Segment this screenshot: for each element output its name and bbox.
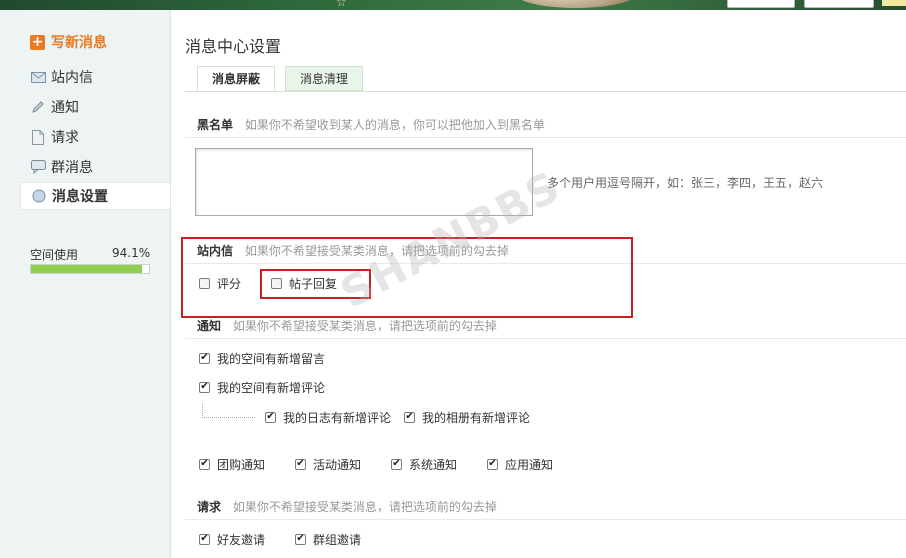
top-button-1[interactable] bbox=[727, 0, 795, 8]
request-title: 请求 bbox=[197, 500, 222, 514]
document-icon bbox=[30, 129, 46, 145]
tree-connector bbox=[202, 403, 255, 418]
checkbox-group-invite[interactable]: ✔ 群组邀请 bbox=[295, 530, 361, 548]
main-content: 消息中心设置 消息屏蔽 消息清理 黑名单 如果你不希望收到某人的消息，你可以把他… bbox=[171, 10, 906, 558]
checkbox-space-comment[interactable]: ✔ 我的空间有新增评论 bbox=[199, 378, 325, 396]
checkbox-label: 系统通知 bbox=[409, 457, 458, 472]
blacklist-header: 黑名单 如果你不希望收到某人的消息，你可以把他加入到黑名单 bbox=[197, 116, 906, 134]
blacklist-title: 黑名单 bbox=[197, 118, 234, 132]
request-header: 请求 如果你不希望接受某类消息，请把选项前的勾去掉 bbox=[197, 498, 906, 516]
checkbox-box[interactable]: ✔ bbox=[199, 352, 210, 364]
checkbox-label: 我的日志有新增评论 bbox=[283, 410, 392, 425]
top-button-2[interactable] bbox=[804, 0, 874, 8]
checkbox-groupbuy[interactable]: ✔ 团购通知 bbox=[199, 455, 265, 473]
checkbox-label: 我的空间有新增评论 bbox=[217, 380, 326, 395]
sidebar-item-settings[interactable]: 消息设置 bbox=[20, 182, 170, 210]
notice-desc: 如果你不希望接受某类消息，请把选项前的勾去掉 bbox=[232, 319, 497, 333]
divider bbox=[185, 137, 906, 138]
checkbox-friend-invite[interactable]: ✔ 好友邀请 bbox=[199, 530, 265, 548]
sidebar-item-notice[interactable]: 通知 bbox=[30, 96, 79, 118]
highlight-box bbox=[181, 237, 633, 318]
divider bbox=[185, 519, 906, 520]
checkbox-box[interactable]: ✔ bbox=[265, 411, 276, 423]
checkbox-box[interactable]: ✔ bbox=[487, 458, 498, 470]
tab-cleanup[interactable]: 消息清理 bbox=[285, 66, 364, 91]
sidebar-item-pm[interactable]: 站内信 bbox=[30, 66, 93, 88]
page-title: 消息中心设置 bbox=[185, 37, 282, 56]
circle-icon bbox=[31, 188, 47, 204]
plus-icon: + bbox=[30, 33, 45, 50]
checkbox-album-comment[interactable]: ✔ 我的相册有新增评论 bbox=[404, 408, 530, 426]
star-icon: ☆ bbox=[336, 0, 347, 9]
checkbox-label: 好友邀请 bbox=[217, 532, 266, 547]
checkbox-box[interactable]: ✔ bbox=[295, 533, 306, 545]
space-usage-label: 空间使用 bbox=[30, 248, 79, 262]
sidebar-item-request[interactable]: 请求 bbox=[30, 126, 79, 148]
checkbox-label: 我的相册有新增评论 bbox=[422, 410, 531, 425]
blacklist-input[interactable] bbox=[195, 148, 533, 216]
top-banner: ☆ bbox=[0, 0, 906, 10]
checkbox-space-message[interactable]: ✔ 我的空间有新增留言 bbox=[199, 349, 325, 367]
tab-block[interactable]: 消息屏蔽 bbox=[197, 66, 276, 91]
checkbox-box[interactable]: ✔ bbox=[404, 411, 415, 423]
checkbox-box[interactable]: ✔ bbox=[295, 458, 306, 470]
checkbox-blog-comment[interactable]: ✔ 我的日志有新增评论 bbox=[265, 408, 391, 426]
checkbox-label: 活动通知 bbox=[313, 457, 362, 472]
checkbox-box[interactable]: ✔ bbox=[199, 381, 210, 393]
banner-image bbox=[516, 0, 636, 8]
highlight-box bbox=[260, 269, 371, 299]
checkbox-box[interactable]: ✔ bbox=[391, 458, 402, 470]
sidebar-item-label: 群消息 bbox=[51, 160, 93, 176]
checkbox-activity[interactable]: ✔ 活动通知 bbox=[295, 455, 361, 473]
write-message-button[interactable]: + 写新消息 bbox=[30, 32, 107, 52]
sidebar-item-group[interactable]: 群消息 bbox=[30, 156, 93, 178]
checkbox-label: 应用通知 bbox=[505, 457, 554, 472]
checkbox-box[interactable]: ✔ bbox=[199, 458, 210, 470]
sidebar: + 写新消息 站内信 通知 请求 群消息 消息设置 空间使用 94.1% bbox=[0, 10, 171, 558]
checkbox-app[interactable]: ✔ 应用通知 bbox=[487, 455, 553, 473]
blacklist-hint: 多个用户用逗号隔开，如：张三，李四，王五，赵六 bbox=[547, 176, 824, 190]
divider bbox=[185, 338, 906, 339]
notice-header: 通知 如果你不希望接受某类消息，请把选项前的勾去掉 bbox=[197, 317, 906, 335]
checkbox-label: 我的空间有新增留言 bbox=[217, 351, 326, 366]
tab-bar: 消息屏蔽 消息清理 bbox=[185, 66, 906, 92]
sidebar-item-label: 通知 bbox=[51, 100, 79, 116]
checkbox-label: 团购通知 bbox=[217, 457, 266, 472]
space-usage-value: 94.1% bbox=[112, 246, 151, 260]
checkbox-system[interactable]: ✔ 系统通知 bbox=[391, 455, 457, 473]
checkbox-label: 群组邀请 bbox=[313, 532, 362, 547]
sidebar-item-label: 站内信 bbox=[51, 70, 93, 86]
blacklist-desc: 如果你不希望收到某人的消息，你可以把他加入到黑名单 bbox=[244, 118, 545, 132]
write-message-label: 写新消息 bbox=[51, 35, 107, 51]
space-usage-fill bbox=[31, 265, 143, 273]
space-usage-bar bbox=[30, 264, 150, 274]
sidebar-item-label: 请求 bbox=[51, 130, 79, 146]
notice-title: 通知 bbox=[197, 319, 222, 333]
pencil-icon bbox=[30, 99, 46, 115]
envelope-icon bbox=[30, 69, 46, 85]
request-desc: 如果你不希望接受某类消息，请把选项前的勾去掉 bbox=[232, 500, 497, 514]
checkbox-box[interactable]: ✔ bbox=[199, 533, 210, 545]
sidebar-item-label: 消息设置 bbox=[52, 189, 108, 205]
chat-bubble-icon bbox=[30, 159, 46, 175]
top-accent bbox=[882, 0, 906, 6]
